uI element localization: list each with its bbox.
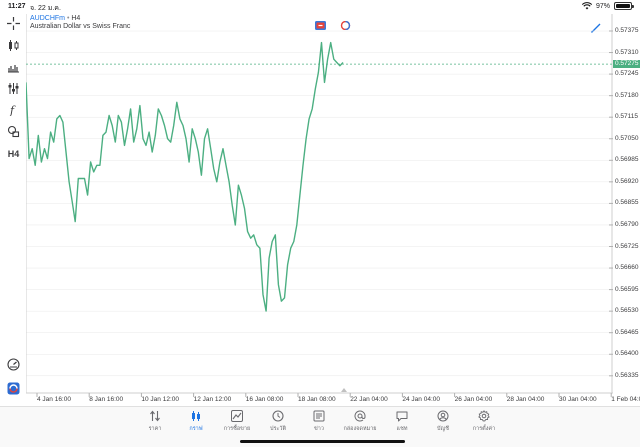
x-tick-label: 10 Jan 12:00 <box>141 396 179 403</box>
y-tick-label: 0.56660 <box>615 264 639 272</box>
y-tick-label: 0.56920 <box>615 177 639 185</box>
objects-icon[interactable] <box>6 124 21 139</box>
price-chart[interactable] <box>26 14 613 402</box>
nav-news-label: ข่าว <box>314 426 324 432</box>
x-tick-label: 28 Jan 04:00 <box>506 396 545 403</box>
nav-history[interactable]: ประวัติ <box>260 410 296 433</box>
history-clock-icon <box>272 410 284 422</box>
nav-chart-label: กราฟ <box>189 426 203 432</box>
x-tick-label: 22 Jan 04:00 <box>350 396 388 403</box>
nav-trade[interactable]: การซื้อขาย <box>219 410 255 433</box>
indicators-icon[interactable] <box>6 60 21 75</box>
function-icon[interactable]: f <box>6 102 21 117</box>
arrows-updown-icon <box>150 410 160 422</box>
y-tick-label: 0.56855 <box>615 199 639 207</box>
y-tick-label: 0.56465 <box>615 328 639 336</box>
battery-percent: 97% <box>595 2 610 10</box>
nav-chat[interactable]: แชท <box>384 410 420 433</box>
x-tick-label: 8 Jan 16:00 <box>89 396 124 403</box>
y-tick-label: 0.57050 <box>615 134 639 142</box>
x-tick-label: 4 Jan 16:00 <box>37 396 71 403</box>
nav-trade-label: การซื้อขาย <box>223 426 251 432</box>
y-tick-label: 0.56725 <box>615 242 639 250</box>
svg-text:f: f <box>9 104 16 116</box>
home-indicator <box>240 440 405 443</box>
status-date: จ. 22 ม.ค. <box>30 5 61 12</box>
speed-gauge-icon[interactable] <box>6 357 21 372</box>
nav-quotes-label: ราคา <box>148 426 162 432</box>
nav-settings[interactable]: การตั้งค่า <box>466 410 502 433</box>
nav-account[interactable]: บัญชี <box>425 410 461 433</box>
x-tick-label: 18 Jan 08:00 <box>298 396 336 403</box>
chat-bubble-icon <box>396 411 408 422</box>
battery-level <box>616 4 630 8</box>
crosshair-icon[interactable] <box>6 16 21 31</box>
status-indicators: 97% <box>581 2 634 10</box>
nav-account-label: บัญชี <box>437 426 449 432</box>
y-tick-label: 0.57245 <box>615 70 639 78</box>
y-tick-label: 0.56595 <box>615 285 639 293</box>
y-tick-label: 0.57115 <box>615 113 639 121</box>
chart-grid <box>26 30 613 377</box>
y-tick-label: 0.57375 <box>615 27 639 34</box>
nav-settings-label: การตั้งค่า <box>472 426 496 432</box>
x-tick-label: 12 Jan 12:00 <box>193 396 232 403</box>
candles-icon <box>192 411 200 421</box>
wifi-icon <box>581 2 592 10</box>
x-tick-label: 1 Feb 04:00 <box>611 396 640 403</box>
y-tick-label: 0.56335 <box>615 371 639 379</box>
x-tick-label: 24 Jan 04:00 <box>402 396 440 403</box>
app-logo-icon[interactable] <box>6 381 21 396</box>
account-icon <box>437 410 449 422</box>
status-time: 11:27 <box>8 3 26 10</box>
news-icon <box>313 410 325 422</box>
price-series-line <box>26 41 344 312</box>
gear-icon <box>478 410 490 422</box>
chart-toolbar: f H4 <box>0 14 26 404</box>
nav-mailbox-label: กล่องจดหมาย <box>343 426 377 432</box>
nav-chat-label: แชท <box>396 426 408 432</box>
y-tick-label: 0.56400 <box>615 350 639 358</box>
chart-shift-marker <box>341 388 347 392</box>
y-tick-label: 0.56985 <box>615 156 639 164</box>
status-bar: 11:27 จ. 22 ม.ค. 97% <box>0 0 640 14</box>
at-sign-icon <box>354 410 366 422</box>
x-tick-label: 30 Jan 04:00 <box>559 396 597 403</box>
current-price-label: 0.57275 <box>613 60 640 68</box>
nav-mailbox[interactable]: กล่องจดหมาย <box>342 410 378 433</box>
settings-sliders-icon[interactable] <box>6 81 21 96</box>
x-tick-label: 16 Jan 08:00 <box>245 396 284 403</box>
battery-icon <box>614 2 634 10</box>
timeframe-button[interactable]: H4 <box>6 146 21 161</box>
y-tick-label: 0.57310 <box>615 48 639 56</box>
y-tick-label: 0.56790 <box>615 220 639 228</box>
nav-news[interactable]: ข่าว <box>301 410 337 433</box>
nav-quotes[interactable]: ราคา <box>137 410 173 433</box>
x-tick-label: 26 Jan 04:00 <box>454 396 493 403</box>
trend-chart-icon <box>231 410 243 422</box>
nav-chart[interactable]: กราฟ <box>178 410 214 433</box>
candles-icon[interactable] <box>6 38 21 53</box>
y-tick-label: 0.56530 <box>615 307 639 315</box>
nav-history-label: ประวัติ <box>269 426 287 432</box>
y-tick-label: 0.57180 <box>615 91 639 99</box>
